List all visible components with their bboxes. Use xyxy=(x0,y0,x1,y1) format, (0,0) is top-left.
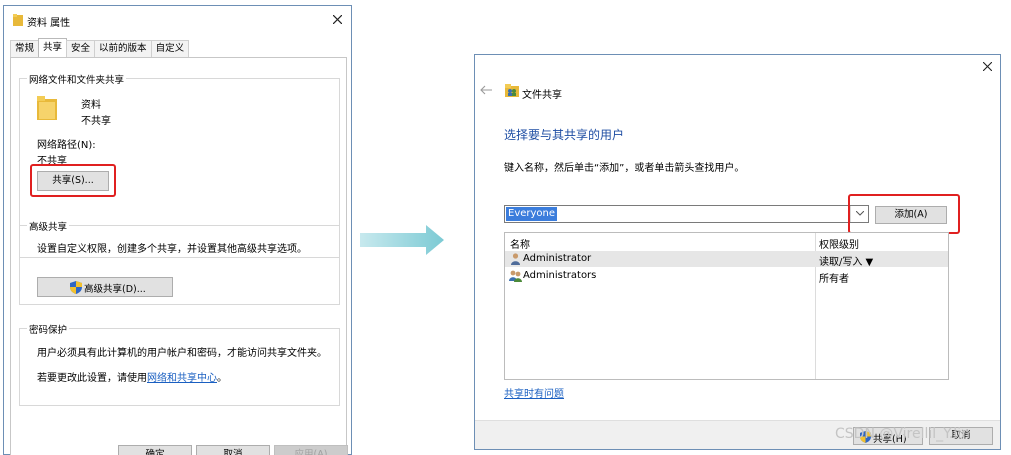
tab-sharing[interactable]: 共享 xyxy=(38,38,68,58)
tab-previous-versions[interactable]: 以前的版本 xyxy=(94,40,152,58)
password-change-prefix: 若要更改此设置，请使用 xyxy=(37,373,147,384)
folder-icon xyxy=(13,14,23,26)
network-sharing-center-link[interactable]: 网络和共享中心 xyxy=(147,373,217,384)
column-header-permission[interactable]: 权限级别 xyxy=(819,236,859,251)
group-icon xyxy=(509,270,522,282)
table-row[interactable]: Administrators 所有者 xyxy=(505,268,948,285)
properties-title: 资料 属性 xyxy=(27,18,71,29)
right-arrow-icon xyxy=(360,225,444,255)
user-name-combobox[interactable]: Everyone xyxy=(504,205,869,223)
shield-icon xyxy=(70,281,82,294)
password-protection-group-title: 密码保护 xyxy=(27,322,70,336)
watermark: CSDN @Virellil_Y.lin xyxy=(835,426,970,442)
tab-general[interactable]: 常规 xyxy=(10,40,40,58)
password-change-suffix: 。 xyxy=(217,373,227,384)
advanced-sharing-group-title: 高级共享 xyxy=(27,219,70,233)
password-protection-description: 用户必须具有此计算机的用户帐户和密码，才能访问共享文件夹。 xyxy=(37,348,327,359)
advanced-sharing-description: 设置自定义权限，创建多个共享，并设置其他高级共享选项。 xyxy=(37,244,307,255)
close-icon[interactable] xyxy=(333,15,342,24)
users-folder-icon xyxy=(505,84,519,97)
row-user-name: Administrators xyxy=(523,270,597,281)
properties-titlebar: 资料 属性 xyxy=(4,6,351,32)
file-sharing-title: 文件共享 xyxy=(522,90,562,101)
add-button[interactable]: 添加(A) xyxy=(875,206,947,224)
file-sharing-dialog: 文件共享 选择要与其共享的用户 键入名称，然后单击“添加”，或者单击箭头查找用户… xyxy=(474,54,1001,450)
row-permission: 所有者 xyxy=(819,274,849,285)
close-icon[interactable] xyxy=(983,62,992,71)
column-header-name[interactable]: 名称 xyxy=(510,236,530,251)
row-user-name: Administrator xyxy=(523,253,592,264)
sharing-tab-panel: 网络文件和文件夹共享 资料 不共享 网络路径(N): 不共享 共享(S)... … xyxy=(10,57,347,455)
sharing-help-link[interactable]: 共享时有问题 xyxy=(504,385,564,400)
properties-tabs: 常规 共享 安全 以前的版本 自定义 xyxy=(10,38,190,58)
folder-share-status: 不共享 xyxy=(81,116,111,127)
folder-icon xyxy=(37,96,57,120)
share-users-heading: 选择要与其共享的用户 xyxy=(504,128,625,142)
password-protection-group xyxy=(19,328,340,406)
share-instruction: 键入名称，然后单击“添加”，或者单击箭头查找用户。 xyxy=(504,163,745,174)
network-path-label: 网络路径(N): xyxy=(37,140,96,151)
ok-button[interactable]: 确定 xyxy=(118,445,192,455)
cancel-button[interactable]: 取消 xyxy=(196,445,270,455)
advanced-sharing-button[interactable]: 高级共享(D)... xyxy=(37,277,173,297)
password-change-text: 若要更改此设置，请使用网络和共享中心。 xyxy=(37,369,227,384)
network-sharing-group-title: 网络文件和文件夹共享 xyxy=(27,72,127,86)
row-permission-dropdown[interactable]: 读取/写入 ▼ xyxy=(819,253,873,268)
tab-customize[interactable]: 自定义 xyxy=(150,40,190,58)
apply-button[interactable]: 应用(A) xyxy=(274,445,348,455)
user-icon xyxy=(511,253,520,265)
folder-name: 资料 xyxy=(81,100,101,111)
properties-dialog: 资料 属性 常规 共享 安全 以前的版本 自定义 网络文件和文件夹共享 资料 不… xyxy=(3,5,352,455)
share-button[interactable]: 共享(S)... xyxy=(37,171,109,191)
screenshot-canvas: 资料 属性 常规 共享 安全 以前的版本 自定义 网络文件和文件夹共享 资料 不… xyxy=(0,0,1011,455)
table-row[interactable]: Administrator 读取/写入 ▼ xyxy=(505,251,948,268)
tab-security[interactable]: 安全 xyxy=(66,40,96,58)
back-arrow-icon[interactable] xyxy=(480,85,492,95)
advanced-sharing-button-label: 高级共享(D)... xyxy=(84,284,146,295)
permissions-table: 名称 权限级别 Administrator 读取/写入 ▼ Administra… xyxy=(504,232,949,380)
user-name-input-value[interactable]: Everyone xyxy=(506,207,558,221)
